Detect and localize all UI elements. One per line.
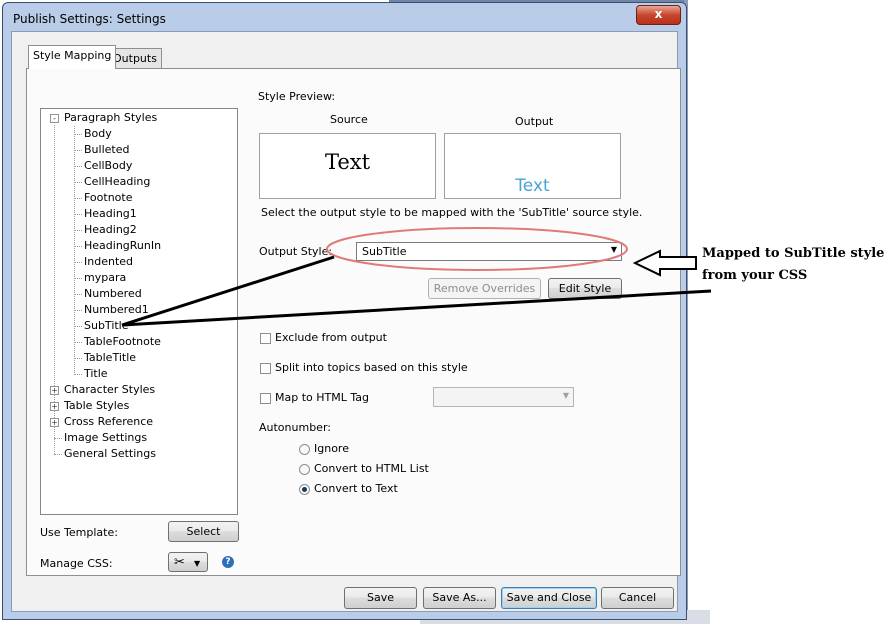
highlight-ellipse: [326, 227, 628, 271]
annotation-line-1: Mapped to SubTitle style: [702, 246, 885, 261]
annotation-overlay: [121, 227, 712, 327]
annotation-arrow: [632, 249, 697, 277]
tab-style-mapping[interactable]: Style Mapping: [28, 45, 117, 69]
annotation-line-2: from your CSS: [702, 268, 808, 283]
